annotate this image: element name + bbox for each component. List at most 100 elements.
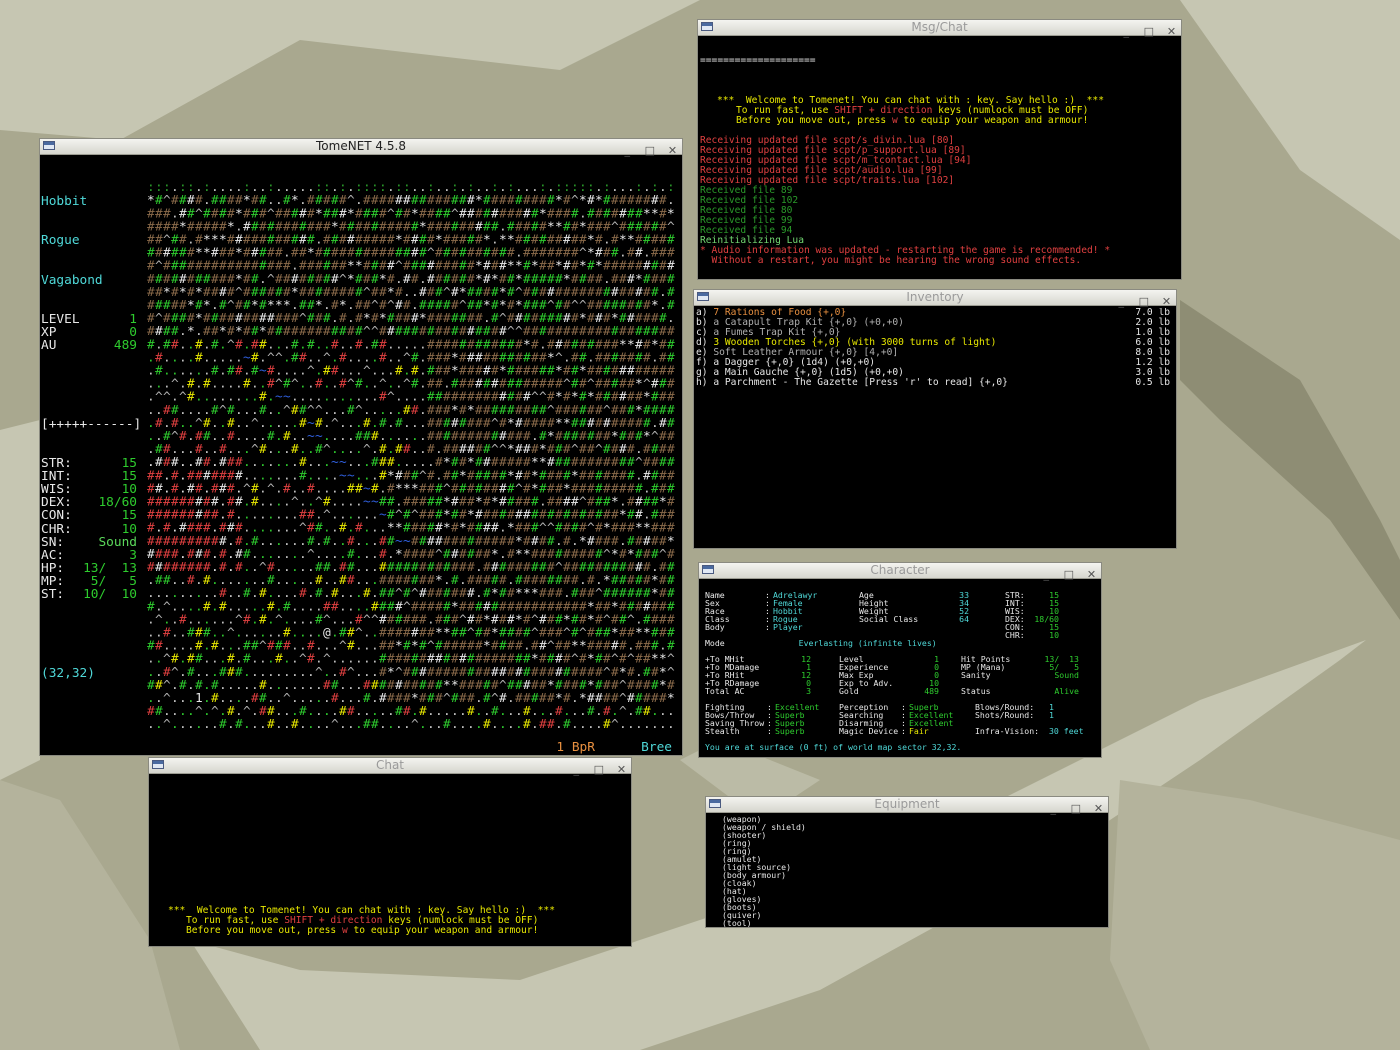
main-window-title: TomeNET 4.5.8 <box>316 139 406 153</box>
exp-bar: [+++++------] <box>41 416 142 432</box>
equipment-slot[interactable]: (quiver) <box>722 911 1108 919</box>
race-label: Hobbit <box>41 194 88 210</box>
equipment-slot[interactable]: (ring) <box>722 847 1108 855</box>
field-separator: : <box>765 622 770 632</box>
audio-warning-detail: Without a restart, you might be hearing … <box>700 255 1082 266</box>
msg-chat-window[interactable]: Msg/Chat _ □ ✕ ==================== *** … <box>697 19 1182 280</box>
equipment-list[interactable]: (weapon) (weapon / shield) (shooter) (ring)… <box>706 815 1108 927</box>
msg-window-titlebar[interactable]: Msg/Chat _ □ ✕ <box>698 20 1181 38</box>
character-field: Stealth: Superb <box>705 727 831 735</box>
map-row: ..^......#.#...#..#....^...##....^...#..… <box>147 717 675 731</box>
character-field-value: Alive <box>1054 686 1079 696</box>
equipment-slot[interactable]: (shooter) <box>722 831 1108 839</box>
character-field-label: Total AC <box>705 686 745 696</box>
inventory-list[interactable]: a) 7 Rations of Food {+,0} 7.0 lb b) a Cat… <box>694 308 1176 548</box>
chat-window-title: Chat <box>375 758 405 772</box>
stat-value: 489 <box>113 338 137 354</box>
equipment-window-titlebar[interactable]: Equipment _ □ ✕ <box>706 797 1108 816</box>
minimize-button[interactable]: _ <box>1047 801 1060 816</box>
close-button[interactable]: ✕ <box>1092 801 1105 816</box>
character-window-titlebar[interactable]: Character _ □ ✕ <box>699 563 1101 581</box>
title-label: Vagabond <box>41 272 103 288</box>
separator-line: ==================== <box>700 55 816 66</box>
equipment-slot[interactable]: (hat) <box>722 887 1108 895</box>
equipment-slot[interactable]: (weapon / shield) <box>722 823 1108 831</box>
msg-window-title: Msg/Chat <box>911 20 968 34</box>
status-sidebar: Hobbit Rogue Vagabond LEVEL 1 XP 0 AU 489 [++… <box>41 169 141 706</box>
maximize-button[interactable]: □ <box>1137 294 1150 309</box>
character-field-label: Infra-Vision: <box>975 726 1040 736</box>
equip-text-c: to equip your weapon and armour! <box>897 115 1089 126</box>
mode-label: Mode <box>705 638 725 648</box>
character-field: CHR: 10 <box>1005 631 1059 639</box>
character-field-label: Status <box>961 686 991 696</box>
bottom-status: 1 BpR Bree <box>556 741 672 754</box>
character-field-label: Shots/Round: <box>975 710 1035 720</box>
inventory-window-titlebar[interactable]: Inventory _ □ ✕ <box>694 290 1176 309</box>
inventory-item[interactable]: h) a Parchment - The Gazette [Press 'r' … <box>696 378 1176 388</box>
character-field-value: 1 <box>1049 710 1054 720</box>
world-coordinates: (32,32) <box>41 665 95 681</box>
character-field-value: 1 <box>1049 702 1054 712</box>
character-field-value: 64 <box>959 614 969 624</box>
character-field: Shots/Round: 1 <box>975 711 1099 719</box>
character-field: Magic Device: Fair <box>839 727 965 735</box>
main-terminal[interactable]: Hobbit Rogue Vagabond LEVEL 1 XP 0 AU 489 [++… <box>40 155 682 755</box>
stat-value: 15 <box>121 508 137 524</box>
character-field: Social Class 64 <box>859 615 969 623</box>
inventory-slot: h) <box>696 377 708 388</box>
inventory-window[interactable]: Inventory _ □ ✕ a) 7 Rations of Food {+,… <box>693 289 1177 549</box>
equipment-slot[interactable]: (gloves) <box>722 895 1108 903</box>
equipment-slot[interactable]: (tool) <box>722 919 1108 927</box>
equipment-slot[interactable]: (boots) <box>722 903 1108 911</box>
chat-window-titlebar[interactable]: Chat _ □ ✕ <box>149 758 631 776</box>
msg-terminal[interactable]: ==================== *** Welcome to Tome… <box>698 36 1181 279</box>
character-field-value: Player <box>773 622 803 632</box>
character-sheet: Name: Adrelawyr Sex: Female Race: Hobbit Class… <box>699 579 1101 757</box>
stat-value: 10 <box>121 521 137 537</box>
stat-label: AU <box>41 338 57 354</box>
sidebar-stat-row: AU 489 <box>41 339 141 352</box>
equipment-slot[interactable]: (cloak) <box>722 879 1108 887</box>
inventory-window-title: Inventory <box>906 290 964 304</box>
equipment-slot[interactable]: (ring) <box>722 839 1108 847</box>
character-field: Infra-Vision: 30 feet <box>975 727 1099 735</box>
character-field: Body: Player <box>705 623 853 631</box>
inventory-item-name: a Parchment - The Gazette [Press 'r' to … <box>713 377 1008 388</box>
character-field-label: Stealth <box>705 726 740 736</box>
character-field-value: Superb <box>775 726 805 736</box>
character-field: Sanity Sound <box>961 671 1079 679</box>
character-field-value: 489 <box>924 686 939 696</box>
stat-value: 3 <box>129 547 137 563</box>
minimize-button[interactable]: _ <box>1115 294 1128 309</box>
character-field-label: CHR: <box>1005 630 1025 640</box>
stat-label: ST: <box>41 587 65 602</box>
chat-window[interactable]: Chat _ □ ✕ *** Welcome to Tomenet! You c… <box>148 757 632 947</box>
character-field-value: 10 <box>1049 630 1059 640</box>
chat-equip-a: Before you move out, press <box>186 925 342 936</box>
character-field-value: Sound <box>1054 670 1079 680</box>
field-separator: : <box>901 726 906 736</box>
stat-value: 10/ 10 <box>83 587 137 602</box>
equipment-window[interactable]: Equipment _ □ ✕ (weapon) (weapon / shield… <box>705 796 1109 928</box>
class-label: Rogue <box>41 233 80 249</box>
equipment-slot[interactable]: (body armour) <box>722 871 1108 879</box>
maximize-button[interactable]: □ <box>1069 801 1082 816</box>
character-field-value: Fair <box>909 726 929 736</box>
close-button[interactable]: ✕ <box>1160 294 1173 309</box>
stat-value: Sound <box>98 534 137 550</box>
sidebar-stat-row: ST: 10/ 10 <box>41 588 141 601</box>
location-text: You are at surface (0 ft) of world map s… <box>705 742 962 752</box>
main-game-window[interactable]: TomeNET 4.5.8 _ □ ✕ Hobbit Rogue Vagabon… <box>39 138 683 756</box>
character-field: Status Alive <box>961 687 1079 695</box>
character-field-label: Magic Device <box>839 726 899 736</box>
main-window-titlebar[interactable]: TomeNET 4.5.8 _ □ ✕ <box>40 139 682 157</box>
inventory-item-weight: 0.5 lb <box>1135 377 1170 388</box>
equip-text-a: Before you move out, press <box>736 115 892 126</box>
character-field-value: 3 <box>806 686 811 696</box>
character-window[interactable]: Character _ □ ✕ Name: Adrelawyr Sex: Female… <box>698 562 1102 758</box>
chat-terminal[interactable]: *** Welcome to Tomenet! You can chat wit… <box>149 774 631 946</box>
character-field: Total AC 3 <box>705 687 811 695</box>
map-view[interactable]: :::.::.:....:..:.....::.:.::::.::..:..:.… <box>147 181 675 731</box>
location-label: Bree <box>641 739 672 755</box>
